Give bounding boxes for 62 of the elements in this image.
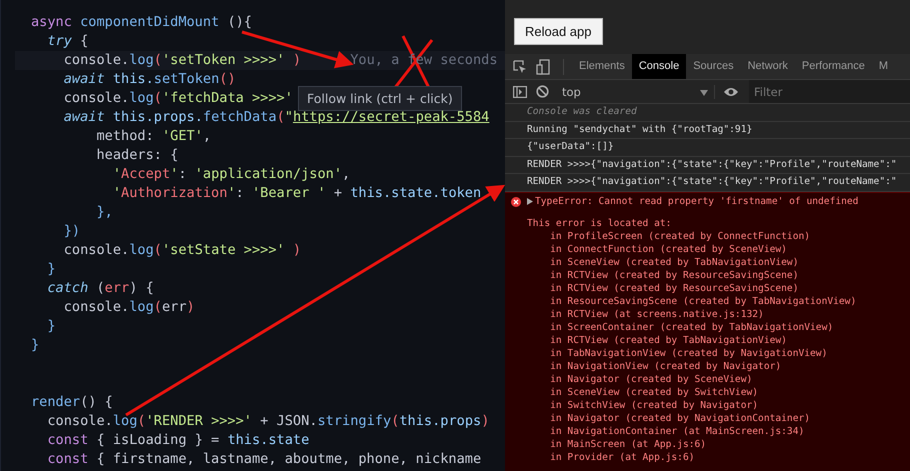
- expand-arrow-icon[interactable]: [527, 198, 533, 205]
- code-line: }: [46, 260, 56, 279]
- code-line: headers: {: [95, 146, 178, 165]
- code-line: }: [31, 336, 40, 355]
- stack-line: in RCTView (at screens.native.js:132): [549, 308, 765, 320]
- stack-line: in SwitchView (created by Navigator): [549, 398, 760, 412]
- stack-line: in NavigationContainer (at MainScreen.js:34): [549, 424, 806, 438]
- stack-line: in NavigationView (created by Navigator): [549, 360, 782, 372]
- stack-line: in TabNavigationView (created by NavigationView): [549, 346, 828, 360]
- stack-line: in Provider (at App.js:6): [549, 450, 696, 464]
- code-line: const { isLoading } = this.state: [46, 431, 310, 450]
- filter-field[interactable]: Filter: [749, 80, 910, 103]
- code-line: console.log('fetchData >>>>': [62, 89, 293, 108]
- code-line: try {: [46, 32, 88, 51]
- inspect-icon[interactable]: [513, 60, 527, 74]
- code-line: await this.props.fetchData("https://secret-peak-5584: [62, 108, 490, 127]
- code-line: console.log('RENDER >>>>' + JSON.stringify(this.props): [46, 412, 490, 431]
- console-message: Running "sendychat" with {"rootTag":91}: [505, 122, 910, 139]
- error-icon: [511, 196, 521, 206]
- device-icon[interactable]: [536, 58, 550, 74]
- stack-line: in ConnectFunction (created by SceneView): [549, 242, 788, 256]
- devtools-tab[interactable]: Elements: [572, 54, 632, 79]
- stack-line: in Navigator (created by SceneView): [549, 372, 754, 386]
- devtools-tab[interactable]: Console: [632, 54, 686, 79]
- console-message: Console was cleared: [505, 104, 910, 122]
- code-line: }: [46, 317, 56, 336]
- code-line: },: [95, 203, 113, 222]
- stack-line: in SceneView (created by SwitchView): [549, 386, 760, 398]
- code-line: await this.setToken(): [62, 70, 236, 89]
- console-message: RENDER >>>>{"navigation":{"state":{"key":"Profile","routeName":": [505, 156, 910, 174]
- context-dropdown[interactable]: top: [558, 84, 715, 98]
- code-line: catch (err) {: [46, 279, 154, 298]
- code-line: const { firstname, lastname, aboutme, phone, nickname: [46, 450, 482, 469]
- console-message: {"userData":[]}: [505, 139, 910, 156]
- stack-line: in RCTView (created by ResourceSavingScene): [549, 282, 800, 294]
- devtools-tab[interactable]: Performance: [794, 54, 872, 79]
- stack-line: in Navigator (created by NavigationContainer): [549, 412, 812, 424]
- stack-line: in ProfileScreen (created by ConnectFunction): [549, 230, 812, 242]
- code-line: console.log(err): [62, 298, 195, 317]
- clear-icon[interactable]: [536, 85, 549, 98]
- stack-line: in ScreenContainer (created by TabNavigationView): [549, 320, 834, 334]
- eye-icon[interactable]: [723, 86, 739, 96]
- code-line: }): [62, 222, 80, 241]
- code-line: async componentDidMount (){: [31, 13, 252, 32]
- devtools-tab[interactable]: Network: [740, 54, 795, 79]
- stack-line: in MainScreen (at App.js:6): [549, 438, 708, 450]
- code-line: console.log('setState >>>>' ): [62, 241, 302, 260]
- devtools-tab[interactable]: M: [872, 54, 896, 79]
- code-line: 'Authorization': 'Bearer ' + this.state.token: [112, 184, 482, 203]
- stack-line: in ResourceSavingScene (created by TabNavigationView): [549, 294, 858, 308]
- code-line: method: 'GET',: [95, 127, 212, 146]
- stack-line: in RCTView (created by TabNavigationView): [549, 334, 788, 346]
- reload-button[interactable]: Reload app: [514, 18, 602, 45]
- sidebar-icon[interactable]: [513, 86, 527, 98]
- stack-line: in SceneView (created by TabNavigationView): [549, 256, 800, 268]
- devtools-tab[interactable]: Sources: [686, 54, 741, 79]
- error-text: TypeError: Cannot read property 'firstname' of undefined: [535, 196, 858, 207]
- code-line: 'Accept': 'application/json',: [112, 165, 350, 184]
- stack-line: This error is located at:: [527, 216, 672, 230]
- tooltip: Follow link (ctrl + click): [298, 86, 462, 111]
- stack-line: in RCTView (created by ResourceSavingScene): [549, 268, 800, 282]
- code-line: render() {: [31, 393, 113, 412]
